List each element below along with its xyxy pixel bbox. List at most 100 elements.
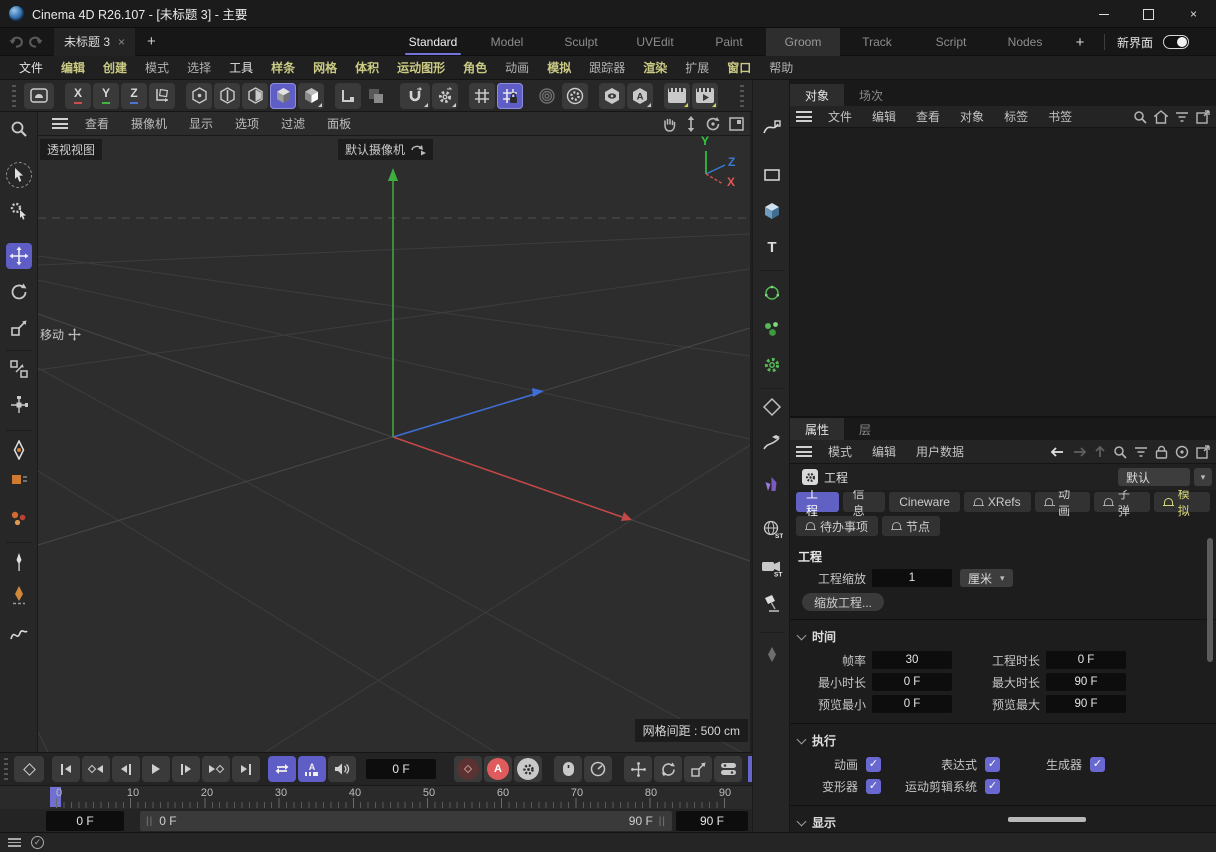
model-mode-button[interactable]: [270, 83, 296, 109]
document-tab[interactable]: 未标题 3 ×: [54, 28, 135, 56]
color-swatch-icon[interactable]: [6, 469, 32, 491]
menu-help[interactable]: 帮助: [760, 59, 802, 76]
solo-hexagon-eye-button[interactable]: [599, 83, 625, 109]
live-selection-tool-icon[interactable]: [6, 162, 32, 188]
am-track-icon[interactable]: [1175, 445, 1189, 459]
toolbar-grip-right[interactable]: [740, 85, 744, 107]
toolbar-grip[interactable]: [12, 85, 16, 107]
menu-mode[interactable]: 模式: [136, 59, 178, 76]
am-menu-edit[interactable]: 编辑: [862, 443, 906, 460]
menu-volume[interactable]: 体积: [346, 59, 388, 76]
range-grip-left[interactable]: ||: [146, 816, 153, 827]
preset-dropdown[interactable]: 默认: [1118, 468, 1190, 486]
simulation-sphere-icon[interactable]: [759, 280, 785, 306]
record-keyframe-button[interactable]: [454, 756, 482, 782]
redo-icon[interactable]: [28, 35, 44, 49]
edges-mode-button[interactable]: [214, 83, 240, 109]
viewport-menu-options[interactable]: 选项: [224, 115, 270, 132]
field-crystal-icon[interactable]: [759, 471, 785, 497]
timeline-ruler[interactable]: 0 10 20 30 40 50 60 70 80 90: [0, 785, 752, 809]
unit-dropdown[interactable]: 厘米 ▾: [960, 569, 1013, 587]
grid-toggle-button[interactable]: [469, 83, 495, 109]
cat-tab-todo[interactable]: 待办事项: [796, 516, 878, 536]
render-to-picture-viewer-button[interactable]: [692, 83, 718, 109]
sweep-object-icon[interactable]: [759, 430, 785, 456]
close-button[interactable]: ×: [1171, 0, 1216, 28]
am-search-icon[interactable]: [1113, 445, 1127, 459]
next-frame-button[interactable]: [172, 756, 200, 782]
tab-objects[interactable]: 对象: [790, 84, 844, 106]
camera-label[interactable]: 默认摄像机: [338, 139, 433, 160]
execution-section-header[interactable]: 执行: [790, 726, 1216, 753]
transfer-tool-icon[interactable]: [6, 356, 32, 382]
cat-tab-cineware[interactable]: Cineware: [889, 492, 960, 512]
light-object-icon[interactable]: [759, 590, 785, 616]
key-scale-button[interactable]: [684, 756, 712, 782]
new-ui-toggle[interactable]: [1163, 35, 1189, 49]
spline-object-icon[interactable]: [759, 115, 785, 141]
layout-tab-uvedit[interactable]: UVEdit: [618, 28, 692, 56]
draw-pen-tool-icon[interactable]: [6, 582, 32, 608]
viewport-menu-camera[interactable]: 摄像机: [120, 115, 178, 132]
material-pen-icon[interactable]: [759, 642, 785, 668]
menu-render[interactable]: 渲染: [634, 59, 676, 76]
am-menu-userdata[interactable]: 用户数据: [906, 443, 974, 460]
am-lock-icon[interactable]: [1155, 445, 1168, 459]
menu-window[interactable]: 窗口: [718, 59, 760, 76]
horizontal-scrollbar[interactable]: [1008, 817, 1086, 822]
viewport-canvas[interactable]: 透视视图 默认摄像机 Y Z X 移动 网格间距 : 500 cm: [38, 136, 750, 752]
loop-playback-button[interactable]: [268, 756, 296, 782]
lock-z-axis-button[interactable]: Z: [121, 83, 147, 109]
new-document-button[interactable]: +: [147, 33, 156, 50]
am-back-icon[interactable]: [1050, 446, 1065, 458]
render-view-button[interactable]: [664, 83, 690, 109]
viewport-menu-filter[interactable]: 过滤: [270, 115, 316, 132]
brush-tool-icon[interactable]: [6, 549, 32, 575]
om-menu-bookmarks[interactable]: 书签: [1038, 108, 1082, 125]
preview-min-input[interactable]: 0 F: [872, 695, 952, 713]
om-search-icon[interactable]: [1133, 110, 1147, 124]
volume-object-icon[interactable]: [759, 394, 785, 420]
am-up-icon[interactable]: [1094, 445, 1106, 458]
rotate-tool-icon[interactable]: [6, 279, 32, 305]
layout-tab-standard[interactable]: Standard: [396, 28, 470, 56]
display-section-header[interactable]: 显示: [790, 808, 1216, 835]
key-rotation-button[interactable]: [654, 756, 682, 782]
om-menu-view[interactable]: 查看: [906, 108, 950, 125]
min-time-input[interactable]: 0 F: [872, 673, 952, 691]
cat-tab-xrefs[interactable]: XRefs: [964, 492, 1031, 512]
cat-tab-simulation[interactable]: 模拟: [1154, 492, 1210, 512]
menu-mesh[interactable]: 网格: [304, 59, 346, 76]
lock-x-axis-button[interactable]: X: [65, 83, 91, 109]
scale-project-button[interactable]: 缩放工程...: [802, 593, 884, 611]
menu-tracker[interactable]: 跟踪器: [580, 59, 634, 76]
am-hamburger-icon[interactable]: [796, 446, 812, 457]
lock-y-axis-button[interactable]: Y: [93, 83, 119, 109]
maximize-button[interactable]: [1126, 0, 1171, 28]
play-button[interactable]: [142, 756, 170, 782]
menu-animate[interactable]: 动画: [496, 59, 538, 76]
current-frame-field[interactable]: 0 F: [366, 759, 436, 779]
om-hamburger-icon[interactable]: [796, 111, 812, 122]
menu-create[interactable]: 创建: [94, 59, 136, 76]
tab-takes[interactable]: 场次: [844, 84, 898, 106]
key-position-button[interactable]: [624, 756, 652, 782]
tab-layers[interactable]: 层: [844, 418, 886, 440]
snap-button[interactable]: [400, 83, 430, 109]
render-region-button[interactable]: [534, 83, 560, 109]
object-list[interactable]: [790, 128, 1216, 416]
undo-icon[interactable]: [8, 35, 24, 49]
plane-object-icon[interactable]: [759, 162, 785, 188]
tweak-tool-icon[interactable]: [6, 197, 32, 223]
om-filter-icon[interactable]: [1175, 111, 1189, 123]
am-menu-mode[interactable]: 模式: [818, 443, 862, 460]
text-object-icon[interactable]: T: [759, 234, 785, 260]
animation-checkbox[interactable]: ✓: [866, 757, 881, 772]
sketch-line-tool-icon[interactable]: [6, 622, 32, 648]
make-editable-button[interactable]: [24, 83, 54, 109]
particles-icon[interactable]: [759, 316, 785, 342]
max-time-input[interactable]: 90 F: [1046, 673, 1126, 691]
am-popout-icon[interactable]: [1196, 445, 1210, 459]
menu-tools[interactable]: 工具: [220, 59, 262, 76]
cube-object-icon[interactable]: [759, 198, 785, 224]
